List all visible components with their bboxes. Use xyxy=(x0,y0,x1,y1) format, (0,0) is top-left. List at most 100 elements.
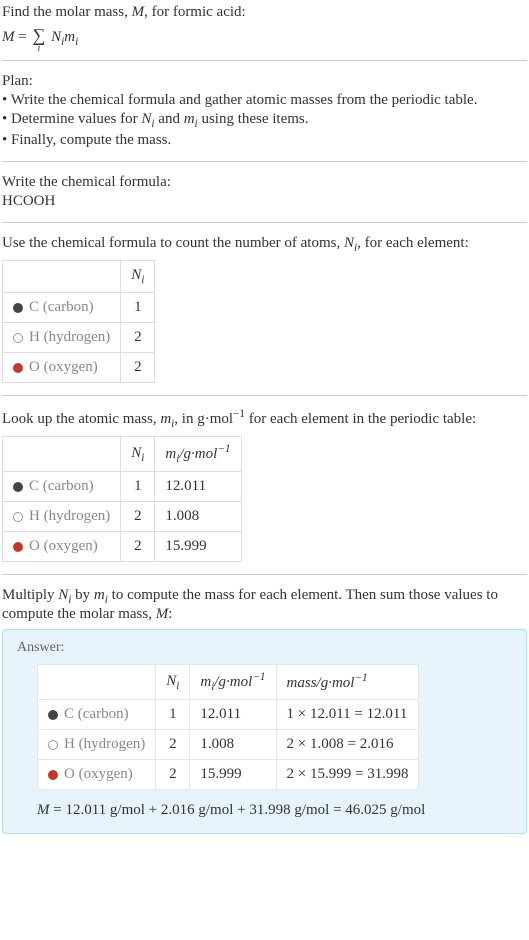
plan-text: • Determine values for xyxy=(2,111,141,127)
table-header-row: Ni xyxy=(3,261,155,293)
element-symbol: O xyxy=(64,766,75,782)
element-name: (carbon) xyxy=(43,478,94,494)
formula-sub-i: i xyxy=(75,36,78,48)
table-header-N: Ni xyxy=(156,665,190,700)
table-header-row: Ni mi/g·mol−1 mass/g·mol−1 xyxy=(38,665,419,700)
atom-count: 2 xyxy=(121,323,155,353)
element-cell: O (oxygen) xyxy=(38,760,156,790)
var-M: M xyxy=(156,606,169,622)
element-cell: C (carbon) xyxy=(38,700,156,730)
intro-text-suffix: , for formic acid: xyxy=(144,4,246,20)
atomic-mass: 15.999 xyxy=(155,532,241,562)
var-N: N xyxy=(58,587,68,603)
mass-title-suffix: for each element in the periodic table: xyxy=(245,411,476,427)
element-swatch-icon xyxy=(13,542,23,552)
compute-text: by xyxy=(71,587,94,603)
plan-item: • Determine values for Ni and mi using t… xyxy=(2,111,527,130)
atom-count: 2 xyxy=(121,353,155,383)
mass-calc: 1 × 12.011 = 12.011 xyxy=(276,700,419,730)
element-name: (oxygen) xyxy=(44,359,98,375)
plan-item: • Write the chemical formula and gather … xyxy=(2,92,527,109)
element-swatch-icon xyxy=(13,363,23,373)
var-N: N xyxy=(344,235,354,251)
plan-section: Plan: • Write the chemical formula and g… xyxy=(2,73,527,162)
table-row: H (hydrogen) 2 1.008 xyxy=(3,502,242,532)
answer-table: Ni mi/g·mol−1 mass/g·mol−1 C (carbon) 1 … xyxy=(37,664,419,790)
element-swatch-icon xyxy=(13,512,23,522)
atom-count-section: Use the chemical formula to count the nu… xyxy=(2,235,527,396)
mass-title: Look up the atomic mass, mi, in g·mol−1 … xyxy=(2,408,527,430)
sum-symbol: ∑i xyxy=(32,25,45,46)
atom-count: 1 xyxy=(121,293,155,323)
atomic-mass-table: Ni mi/g·mol−1 C (carbon) 1 12.011 H (hyd… xyxy=(2,436,242,562)
answer-box: Answer: Ni mi/g·mol−1 mass/g·mol−1 C (ca… xyxy=(2,629,527,834)
var-m: m xyxy=(184,111,195,127)
final-equation: = 12.011 g/mol + 2.016 g/mol + 31.998 g/… xyxy=(50,802,426,818)
table-header-row: Ni mi/g·mol−1 xyxy=(3,437,242,472)
table-header-empty xyxy=(3,261,121,293)
element-symbol: C xyxy=(29,299,39,315)
element-swatch-icon xyxy=(13,303,23,313)
element-symbol: H xyxy=(29,329,40,345)
intro-line-1: Find the molar mass, M, for formic acid: xyxy=(2,4,527,21)
element-swatch-icon xyxy=(13,333,23,343)
final-result: M = 12.011 g/mol + 2.016 g/mol + 31.998 … xyxy=(37,802,512,819)
element-name: (hydrogen) xyxy=(79,736,146,752)
element-cell: C (carbon) xyxy=(3,472,121,502)
atomic-mass: 15.999 xyxy=(190,760,276,790)
plan-list: • Write the chemical formula and gather … xyxy=(2,92,527,149)
formula-title: Write the chemical formula: xyxy=(2,174,527,191)
element-name: (carbon) xyxy=(78,706,129,722)
table-header-empty xyxy=(38,665,156,700)
atom-count: 2 xyxy=(156,730,190,760)
table-header-mass: mass/g·mol−1 xyxy=(276,665,419,700)
element-cell: H (hydrogen) xyxy=(38,730,156,760)
sigma-sub: i xyxy=(38,43,41,54)
compute-text: Multiply xyxy=(2,587,58,603)
table-row: O (oxygen) 2 15.999 2 × 15.999 = 31.998 xyxy=(38,760,419,790)
atom-count: 2 xyxy=(121,532,155,562)
table-header-empty xyxy=(3,437,121,472)
mass-calc: 2 × 1.008 = 2.016 xyxy=(276,730,419,760)
plan-title: Plan: xyxy=(2,73,527,90)
table-row: C (carbon) 1 xyxy=(3,293,155,323)
element-name: (carbon) xyxy=(43,299,94,315)
compute-section: Multiply Ni by mi to compute the mass fo… xyxy=(2,587,527,834)
atomic-mass: 12.011 xyxy=(190,700,276,730)
plan-text: using these items. xyxy=(198,111,309,127)
intro-text: Find the molar mass, xyxy=(2,4,132,20)
element-symbol: H xyxy=(29,508,40,524)
table-header-N: Ni xyxy=(121,261,155,293)
element-name: (oxygen) xyxy=(44,538,98,554)
var-N: N xyxy=(141,111,151,127)
compute-text: : xyxy=(168,606,172,622)
plan-text: and xyxy=(155,111,184,127)
element-swatch-icon xyxy=(48,710,58,720)
count-title: Use the chemical formula to count the nu… xyxy=(2,235,527,254)
var-m: m xyxy=(160,411,171,427)
molar-mass-formula: M = ∑i Nimi xyxy=(2,25,527,48)
count-title-suffix: , for each element: xyxy=(357,235,469,251)
var-M: M xyxy=(37,802,50,818)
var-M: M xyxy=(132,4,145,20)
element-symbol: O xyxy=(29,538,40,554)
formula-m: m xyxy=(64,29,75,45)
element-symbol: C xyxy=(64,706,74,722)
atomic-mass: 12.011 xyxy=(155,472,241,502)
atomic-mass: 1.008 xyxy=(155,502,241,532)
element-cell: O (oxygen) xyxy=(3,532,121,562)
element-cell: H (hydrogen) xyxy=(3,502,121,532)
table-row: O (oxygen) 2 15.999 xyxy=(3,532,242,562)
table-header-N: Ni xyxy=(121,437,155,472)
count-title-text: Use the chemical formula to count the nu… xyxy=(2,235,344,251)
atom-count: 2 xyxy=(156,760,190,790)
atom-count-table: Ni C (carbon) 1 H (hydrogen) 2 O (oxygen… xyxy=(2,260,155,383)
element-symbol: C xyxy=(29,478,39,494)
table-row: C (carbon) 1 12.011 xyxy=(3,472,242,502)
atom-count: 1 xyxy=(156,700,190,730)
mass-calc: 2 × 15.999 = 31.998 xyxy=(276,760,419,790)
element-name: (oxygen) xyxy=(79,766,133,782)
table-row: O (oxygen) 2 xyxy=(3,353,155,383)
formula-eq: = xyxy=(15,29,31,45)
chemical-formula: HCOOH xyxy=(2,193,527,210)
